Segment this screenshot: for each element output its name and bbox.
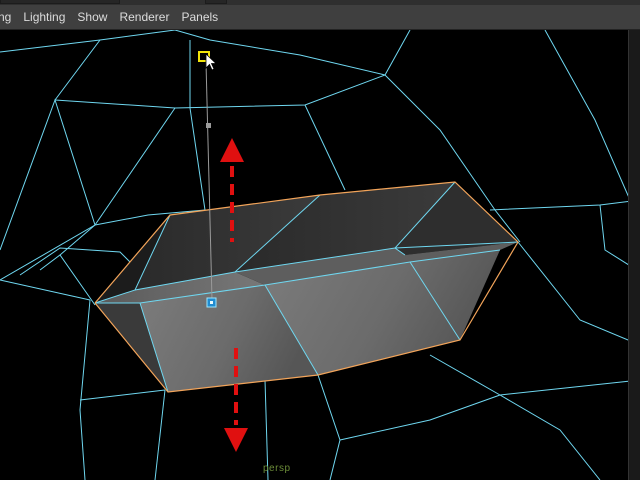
menu-item-show[interactable]: Show: [71, 8, 113, 26]
wire-edge: [174, 30, 411, 76]
menu-item-panels[interactable]: Panels: [175, 8, 224, 26]
camera-label: persp: [263, 463, 291, 474]
menu-item-lighting[interactable]: Lighting: [17, 8, 71, 26]
wire-edge: [189, 40, 206, 211]
wire-edge: [59, 224, 96, 256]
manipulator-midpoint-handle[interactable]: [206, 123, 211, 128]
wire-edge: [304, 104, 346, 191]
selected-mesh-object[interactable]: [94, 181, 519, 393]
perspective-viewport[interactable]: persp: [0, 30, 640, 480]
wire-edge: [499, 379, 640, 396]
wire-edge: [317, 374, 341, 480]
wire-edge: [0, 279, 91, 301]
toolbar-tab[interactable]: [0, 0, 120, 4]
wire-edge: [429, 354, 601, 480]
wire-edge: [339, 394, 501, 441]
wire-edge: [517, 241, 640, 346]
wire-edge: [79, 299, 91, 480]
wire-edge: [489, 199, 640, 211]
viewport-right-edge: [628, 30, 640, 480]
wire-edge: [54, 74, 386, 109]
menu-item-ng[interactable]: ng: [0, 8, 17, 26]
wire-edge: [94, 107, 176, 226]
maya-window: ng Lighting Show Renderer Panels persp: [0, 0, 640, 480]
menu-items: ng Lighting Show Renderer Panels: [0, 8, 224, 26]
wire-edge: [0, 30, 176, 53]
wire-edge: [544, 30, 631, 201]
down-arrow-head: [224, 428, 248, 452]
toolbar-tab[interactable]: [205, 0, 227, 4]
menu-item-renderer[interactable]: Renderer: [113, 8, 175, 26]
viewport-canvas[interactable]: [0, 30, 640, 480]
wire-edge: [79, 389, 166, 401]
wire-edge: [0, 98, 96, 281]
cursor-arrow-icon: [205, 53, 218, 71]
wire-edge: [154, 389, 166, 480]
up-arrow-head: [220, 138, 244, 162]
wire-edge: [54, 39, 101, 101]
wire-edge: [39, 254, 96, 306]
top-toolbar-strip: [0, 0, 640, 5]
pivot-handle-center: [210, 301, 213, 304]
panel-menu-bar: ng Lighting Show Renderer Panels: [0, 0, 640, 30]
